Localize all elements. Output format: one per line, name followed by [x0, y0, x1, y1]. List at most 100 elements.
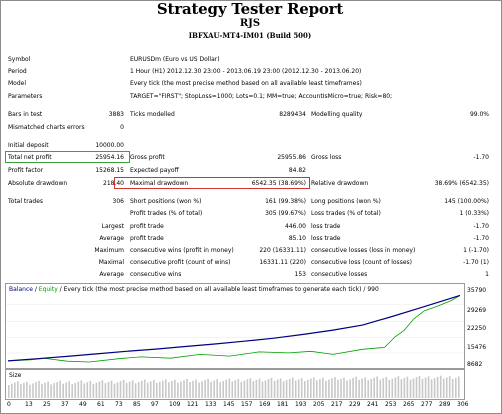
size-bar — [80, 380, 83, 398]
size-bar — [137, 382, 140, 398]
size-bar — [89, 380, 92, 398]
size-bar — [62, 383, 64, 398]
max-drawdown-label: Maximal drawdown — [130, 180, 189, 187]
initial-deposit-value: 10000.00 — [95, 142, 124, 149]
size-bar — [47, 381, 49, 398]
x-tick-label: 253 — [385, 401, 397, 408]
parameters-label: Parameters — [8, 93, 43, 100]
x-tick-label: 217 — [331, 401, 343, 408]
size-bar — [119, 381, 122, 398]
max-cons-wins-label: consecutive wins (profit in money) — [130, 247, 234, 254]
avg-wins-value: 153 — [294, 271, 306, 278]
size-bar — [370, 379, 372, 398]
size-bar — [237, 379, 240, 398]
maximal-loss-label: consecutive loss (count of losses) — [311, 259, 412, 266]
x-tick-label: 157 — [241, 401, 253, 408]
size-bar — [316, 380, 318, 398]
total-trades-label: Total trades — [8, 198, 44, 205]
y-tick-5: 8682 — [467, 361, 483, 368]
maximum-label: Maximum — [94, 247, 124, 254]
size-bar — [44, 382, 46, 398]
size-bar — [406, 376, 409, 398]
size-bar — [83, 383, 86, 398]
size-bar — [189, 382, 191, 398]
symbol-value: EURUSDm (Euro vs US Dollar) — [130, 56, 220, 63]
largest-loss-label: loss trade — [311, 223, 341, 230]
period-label: Period — [8, 68, 27, 75]
y-tick-1: 35790 — [467, 287, 487, 294]
largest-label: Largest — [101, 223, 124, 230]
chart-plot-area — [6, 294, 464, 363]
size-bar — [53, 383, 55, 398]
size-bar — [455, 377, 457, 398]
average-loss-label: loss trade — [311, 235, 341, 242]
size-bar — [68, 381, 70, 398]
size-bar — [23, 383, 25, 398]
profit-factor-label: Profit factor — [8, 167, 44, 174]
size-bar — [35, 382, 37, 398]
bars-value: 3883 — [108, 111, 124, 118]
size-bar — [11, 383, 13, 398]
size-bar — [195, 379, 197, 398]
y-tick-2: 29269 — [467, 307, 487, 314]
size-bar — [451, 379, 454, 398]
size-bar — [261, 381, 264, 398]
size-bar — [146, 382, 149, 398]
chart-y-axis: 35790 29269 22250 15476 8682 — [463, 283, 496, 368]
size-bar — [207, 378, 209, 398]
size-bar — [267, 379, 270, 398]
size-bar — [337, 380, 339, 398]
abs-drawdown-label: Absolute drawdown — [8, 180, 68, 187]
x-tick-label: 205 — [313, 401, 325, 408]
size-bar — [282, 381, 285, 398]
size-bar — [304, 381, 306, 398]
size-bar — [192, 380, 194, 398]
expected-payoff-label: Expected payoff — [130, 167, 179, 174]
size-bar — [143, 379, 146, 398]
size-bar — [110, 380, 113, 398]
max-cons-losses-value: 1 (-1.70) — [463, 247, 489, 254]
ticks-label: Ticks modelled — [130, 111, 175, 118]
size-bar — [255, 379, 258, 398]
size-bar — [276, 379, 279, 398]
size-bar — [415, 377, 418, 398]
maximal-label: Maximal — [98, 259, 124, 266]
size-bar — [159, 381, 161, 398]
size-bars — [8, 375, 460, 398]
size-bar — [367, 380, 369, 398]
gross-loss-label: Gross loss — [311, 154, 342, 161]
size-bar — [297, 379, 300, 398]
size-bar — [198, 382, 200, 398]
size-bar — [180, 381, 182, 398]
size-bar — [65, 382, 67, 398]
size-bar — [92, 383, 95, 398]
size-bar — [442, 378, 445, 398]
size-bar — [412, 378, 415, 398]
size-bar — [307, 379, 309, 398]
size-bar — [56, 382, 58, 398]
size-bar — [400, 379, 403, 398]
max-cons-wins-value: 220 (16331.11) — [259, 247, 306, 254]
size-bar — [131, 380, 134, 398]
size-bar — [17, 381, 19, 398]
ticks-value: 8289434 — [279, 111, 306, 118]
size-bar — [231, 381, 234, 398]
long-positions-value: 145 (100.00%) — [444, 198, 489, 205]
largest-loss-value: -1.70 — [473, 223, 489, 230]
y-tick-3: 22250 — [467, 325, 487, 332]
size-bar — [177, 382, 179, 398]
size-bar — [122, 379, 125, 398]
gross-profit-label: Gross profit — [130, 154, 165, 161]
size-bar — [249, 378, 252, 398]
size-bar — [14, 382, 16, 398]
size-bar — [228, 378, 231, 398]
size-bar — [134, 383, 137, 398]
avg-losses-value: 1 — [485, 271, 489, 278]
size-bar — [300, 378, 303, 398]
size-bar — [319, 379, 321, 398]
x-tick-label: 145 — [223, 401, 235, 408]
size-bar — [156, 383, 158, 398]
mismatched-value: 0 — [120, 124, 124, 131]
size-bar — [340, 378, 342, 398]
short-positions-value: 161 (99.38%) — [265, 198, 306, 205]
